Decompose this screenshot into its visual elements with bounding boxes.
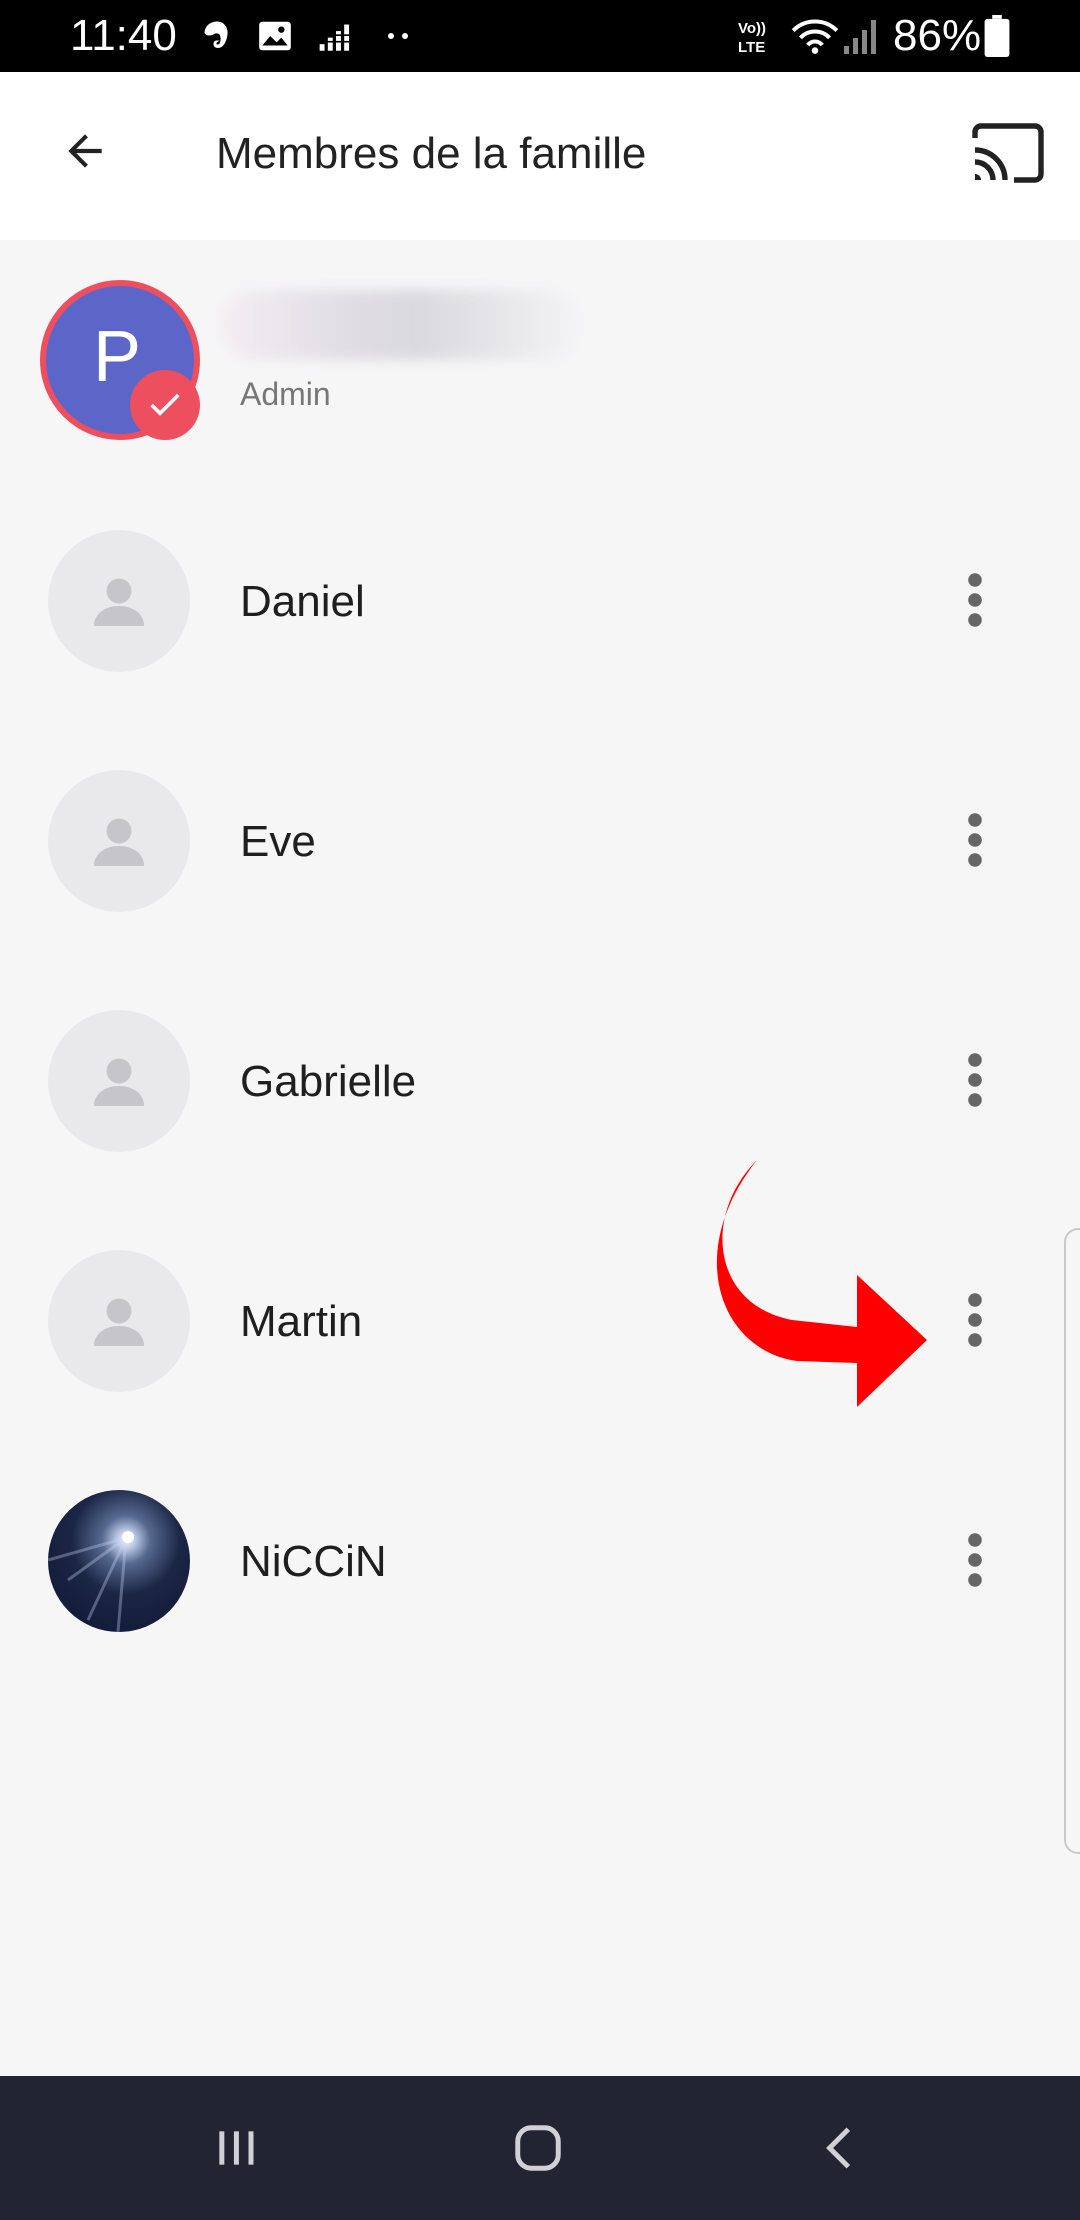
more-vert-icon <box>968 573 982 627</box>
more-vert-icon <box>968 1053 982 1107</box>
avatar <box>48 1010 190 1152</box>
status-time: 11:40 <box>70 11 177 60</box>
default-person-icon <box>94 818 144 866</box>
red-curved-arrow-icon <box>716 1160 927 1407</box>
avatar <box>48 530 190 672</box>
evernote-icon <box>200 16 236 56</box>
page-title: Membres de la famille <box>216 129 647 178</box>
battery-percentage: 86% <box>893 11 982 60</box>
photo-avatar <box>48 1490 190 1632</box>
member-row-daniel[interactable]: Daniel <box>0 510 1080 690</box>
member-row-gabrielle[interactable]: Gabrielle <box>0 990 1080 1170</box>
checkmark-icon <box>150 393 180 416</box>
member-row-eve[interactable]: Eve <box>0 750 1080 930</box>
more-vert-icon <box>968 1533 982 1587</box>
arrow-back-icon <box>68 134 102 168</box>
status-bar: 11:40 Vo)) LTE 86% <box>0 0 1080 72</box>
battery-icon <box>984 15 1010 57</box>
admin-initial: P <box>92 317 142 397</box>
svg-text:Vo)): Vo)) <box>738 20 766 37</box>
signal-icon <box>842 16 882 56</box>
more-vert-icon <box>968 813 982 867</box>
more-options-button[interactable] <box>950 790 1000 890</box>
equalizer-icon <box>316 16 356 56</box>
recents-button[interactable] <box>186 2108 286 2188</box>
back-button[interactable] <box>40 106 130 196</box>
admin-member-row[interactable]: P Admin <box>0 270 1080 460</box>
nav-back-icon <box>826 2127 851 2169</box>
default-person-icon <box>94 1058 144 1106</box>
cast-icon <box>972 123 1044 183</box>
member-row-niccin[interactable]: NiCCiN <box>0 1470 1080 1650</box>
app-bar: Membres de la famille <box>0 72 1080 240</box>
wifi-icon <box>790 16 840 56</box>
member-name: Daniel <box>240 577 365 626</box>
admin-check-badge <box>130 370 200 440</box>
admin-name-redacted <box>220 290 580 360</box>
more-options-button[interactable] <box>950 1270 1000 1370</box>
scrollbar-handle[interactable] <box>1064 1228 1080 1854</box>
default-person-icon <box>94 1298 144 1346</box>
home-icon <box>515 2125 561 2171</box>
navigation-bar <box>0 2076 1080 2220</box>
more-options-button[interactable] <box>950 1030 1000 1130</box>
more-vert-icon <box>968 1293 982 1347</box>
nav-back-button[interactable] <box>790 2108 890 2188</box>
home-button[interactable] <box>488 2108 588 2188</box>
avatar <box>48 1250 190 1392</box>
cast-button[interactable] <box>960 108 1056 198</box>
more-options-button[interactable] <box>950 550 1000 650</box>
more-options-button[interactable] <box>950 1510 1000 1610</box>
svg-text:LTE: LTE <box>738 39 765 56</box>
volte-icon: Vo)) LTE <box>736 16 774 56</box>
recents-icon <box>219 2131 254 2165</box>
more-dots-icon <box>386 16 410 56</box>
member-name: Martin <box>240 1297 363 1346</box>
default-person-icon <box>94 578 144 626</box>
admin-role-label: Admin <box>240 376 331 412</box>
avatar <box>48 770 190 912</box>
member-name: Eve <box>240 817 316 866</box>
gallery-icon <box>256 16 294 56</box>
member-name: Gabrielle <box>240 1057 417 1106</box>
member-name: NiCCiN <box>240 1537 387 1586</box>
photo-rays <box>48 1531 134 1632</box>
